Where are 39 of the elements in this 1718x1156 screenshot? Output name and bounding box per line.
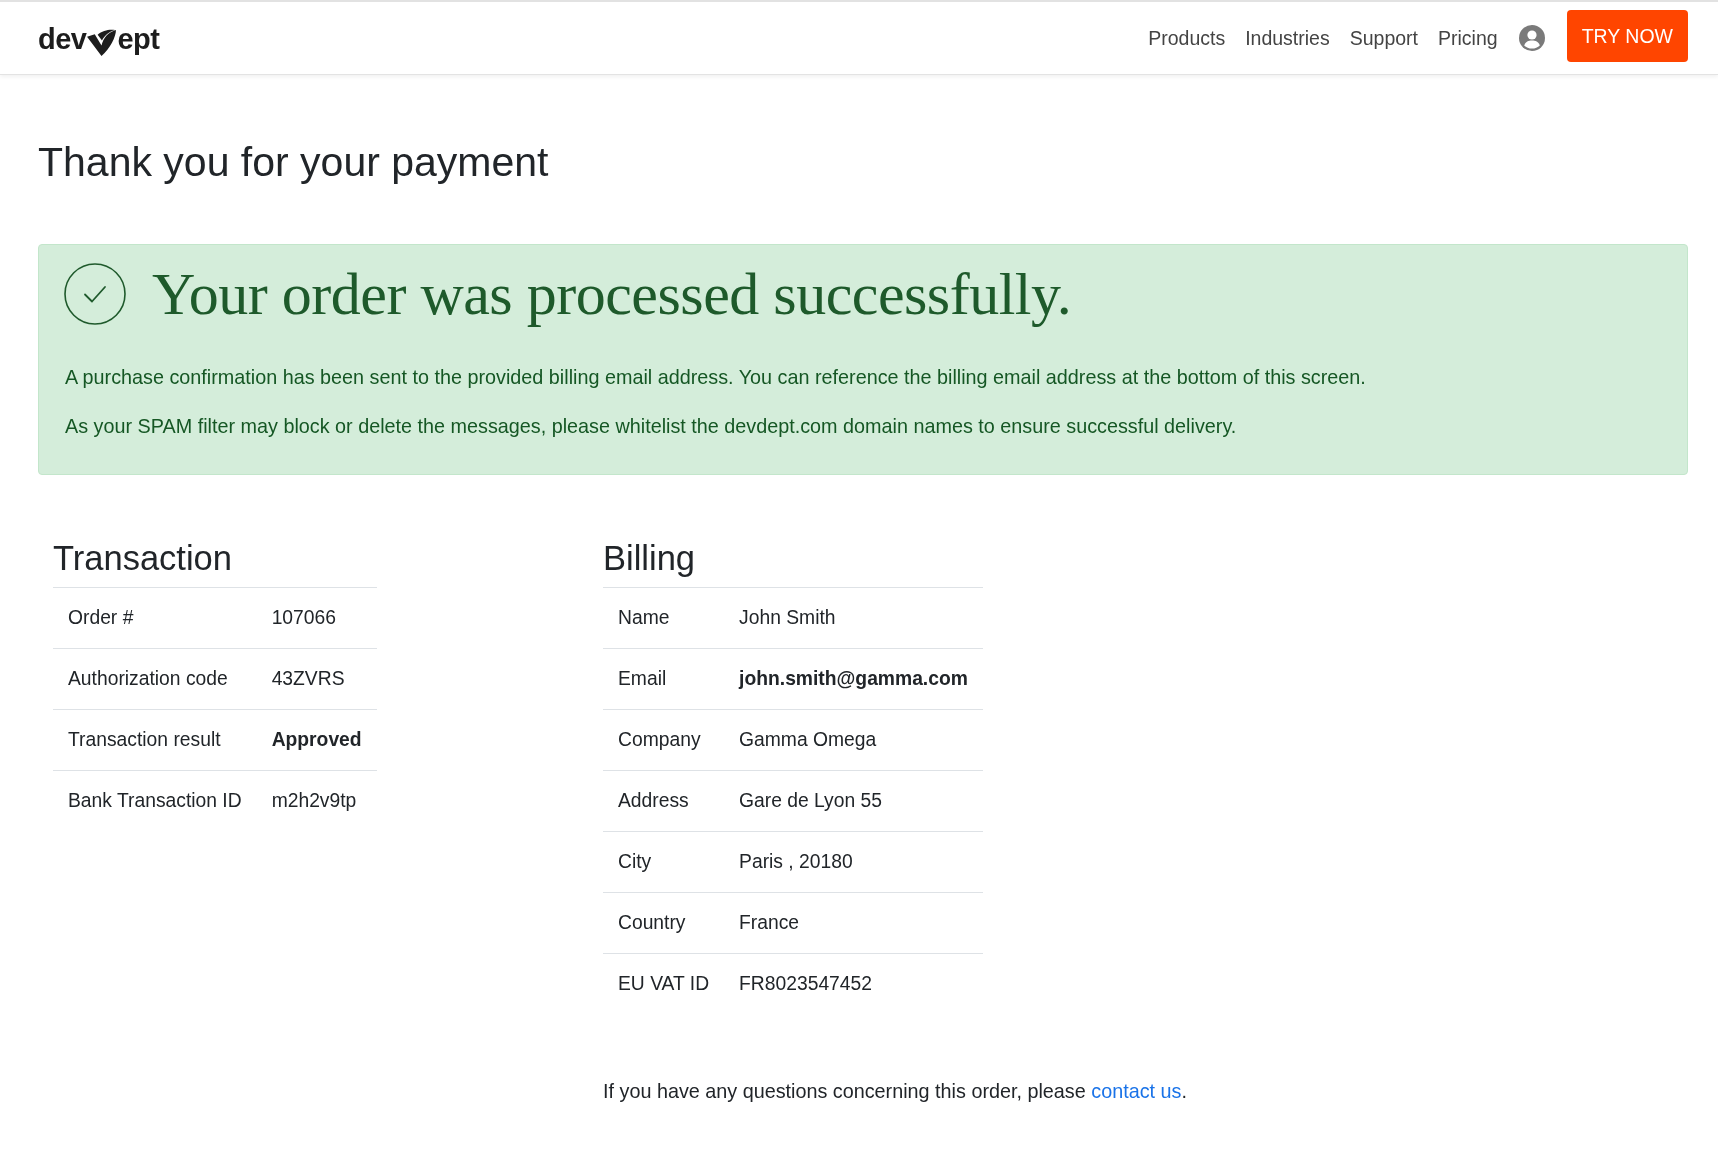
table-cell: John Smith xyxy=(724,587,983,649)
table-cell: 107066 xyxy=(256,587,377,649)
nav-link[interactable]: Products xyxy=(1138,25,1236,51)
contact-note: If you have any questions concerning this order, please contact us. xyxy=(603,1079,1188,1104)
table-cell: Name xyxy=(603,587,725,649)
alert-title: Your order was processed successfully. xyxy=(152,263,1072,325)
user-icon[interactable] xyxy=(1518,25,1545,51)
table-cell: Gamma Omega xyxy=(724,709,983,771)
logo-text[interactable]: dev xyxy=(38,24,87,54)
table-cell: Address xyxy=(603,770,725,832)
nav-link[interactable]: Industries xyxy=(1235,25,1340,51)
swoosh-icon[interactable] xyxy=(87,28,117,56)
table-cell: EU VAT ID xyxy=(603,953,725,1014)
table-cell: m2h2v9tp xyxy=(256,770,377,831)
table-cell: City xyxy=(603,831,725,893)
check-circle-icon xyxy=(64,263,126,325)
table-cell: Transaction result xyxy=(53,709,257,771)
table-cell: Email xyxy=(603,648,725,710)
table-cell: Country xyxy=(603,892,725,954)
table-cell: john.smith@gamma.com xyxy=(724,648,983,710)
table-cell: Paris , 20180 xyxy=(724,831,983,893)
nav-link[interactable]: Pricing xyxy=(1428,25,1508,51)
table-cell: Company xyxy=(603,709,725,771)
alert-text: A purchase confirmation has been sent to the provided billing email address. You can reference the billing email address at the bottom of this screen. xyxy=(65,365,1367,390)
table-cell: Approved xyxy=(256,709,377,771)
table-cell: FR8023547452 xyxy=(724,953,983,1014)
logo-text[interactable]: ept xyxy=(117,24,160,54)
table-cell: 43ZVRS xyxy=(256,648,377,710)
table-cell: Gare de Lyon 55 xyxy=(724,770,983,832)
alert-text: As your SPAM filter may block or delete the messages, please whitelist the devdept.com domain names to ensure successful delivery. xyxy=(65,414,1238,439)
section-title: Billing xyxy=(603,539,697,577)
contact-link[interactable]: contact us xyxy=(1091,1080,1182,1102)
nav-link[interactable]: Support xyxy=(1339,25,1428,51)
table-cell: Order # xyxy=(53,587,257,649)
table-cell: Bank Transaction ID xyxy=(53,770,257,831)
page-title: Thank you for your payment xyxy=(38,139,550,185)
table-cell: Authorization code xyxy=(53,648,257,710)
section-title: Transaction xyxy=(53,539,233,577)
table-cell: France xyxy=(724,892,983,954)
